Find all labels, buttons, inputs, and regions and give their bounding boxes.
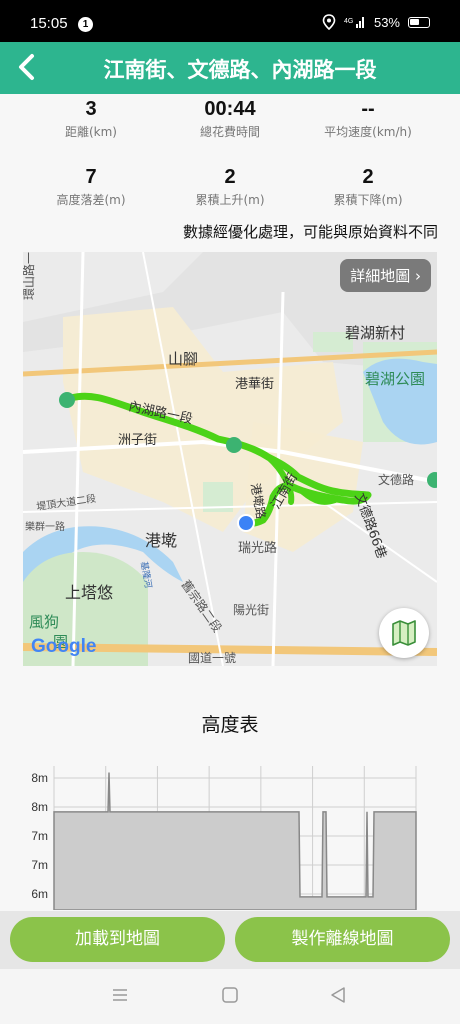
data-note: 數據經優化處理，可能與原始資料不同 [182,223,438,241]
y-tick-label: 7m [31,858,48,872]
route-map[interactable]: 碧湖新村 碧湖公園 山腳 港華街 內湖路一段 洲子街 文德路 港墘路 江南街 瑞… [23,252,437,666]
detail-map-button[interactable]: 詳細地圖 › [340,259,431,292]
map-label: 陽光街 [233,603,269,617]
map-label: 國道一號 [188,651,236,665]
stat-value: 00:44 [204,98,256,120]
stat-distance: 3 距離(km) [21,98,161,140]
map-label: 環山路一段 [23,252,36,300]
elevation-title: 高度表 [201,714,259,736]
map-label: 上塔悠 [65,583,113,602]
y-tick-label: 6m [31,887,48,901]
map-label: 樂群一路 [25,520,65,533]
map-label: 港墘 [145,531,177,550]
y-tick-label: 8m [31,771,48,785]
stat-ascent: 2 累積上升(m) [160,166,300,208]
status-bar: 15:05 1 4G 53% [0,0,460,42]
stat-label: 累積下降(m) [333,193,403,207]
y-tick-label: 7m [31,829,48,843]
back-icon[interactable] [329,986,347,1004]
map-label: 瑞光路 [238,540,277,556]
elevation-area [53,772,417,911]
system-nav-bar [0,969,460,1024]
stat-total-time: 00:44 總花費時間 [160,98,300,140]
stat-label: 總花費時間 [199,125,260,139]
location-icon [322,14,336,30]
stat-descent: 2 累積下降(m) [298,166,438,208]
map-label: 風狗 [29,613,59,631]
home-icon[interactable] [221,986,239,1004]
stat-label: 高度落差(m) [56,193,126,207]
current-location-marker [237,514,255,532]
page-title: 江南街、文德路、內湖路一段 [103,58,377,82]
elevation-chart: 8m 8m 7m 7m 6m [20,760,440,911]
stat-elevation-diff: 7 高度落差(m) [21,166,161,208]
network-type: 4G [344,18,353,25]
status-right: 4G 53% [322,14,430,30]
stat-value: 3 [85,98,97,120]
action-bar: 加載到地圖 製作離線地圖 [0,911,460,969]
status-time: 15:05 [30,15,68,32]
stat-label: 平均速度(km/h) [324,125,412,139]
stat-label: 距離(km) [64,125,117,139]
stat-label: 累積上升(m) [195,193,265,207]
stat-value: 2 [224,166,236,188]
map-label: 碧湖公園 [365,370,425,388]
map-label: 碧湖新村 [345,324,405,342]
battery-icon [408,16,430,28]
notification-badge: 1 [78,17,93,32]
load-to-map-button[interactable]: 加載到地圖 [10,917,225,962]
map-label: 洲子街 [118,433,157,448]
map-label: 港華街 [235,377,274,392]
stat-avg-speed: -- 平均速度(km/h) [298,98,438,140]
map-layers-button[interactable] [379,608,429,658]
map-attribution: Google [31,636,96,657]
battery-percent: 53% [373,14,400,30]
map-label: 文德路 [378,472,414,487]
map-icon [392,620,416,646]
elevation-svg: 8m 8m 7m 7m 6m [31,766,417,911]
stat-value: 2 [362,166,374,188]
stat-value: -- [361,98,375,120]
signal-icon: 4G [344,17,364,28]
y-tick-label: 8m [31,800,48,814]
chevron-left-icon[interactable] [10,50,44,84]
map-canvas: 碧湖新村 碧湖公園 山腳 港華街 內湖路一段 洲子街 文德路 港墘路 江南街 瑞… [23,252,437,666]
stat-value: 7 [85,166,97,188]
app-bar: 江南街、文德路、內湖路一段 [0,42,460,94]
make-offline-map-button[interactable]: 製作離線地圖 [235,917,450,962]
map-label: 山腳 [168,350,198,368]
menu-icon[interactable] [111,986,129,1004]
